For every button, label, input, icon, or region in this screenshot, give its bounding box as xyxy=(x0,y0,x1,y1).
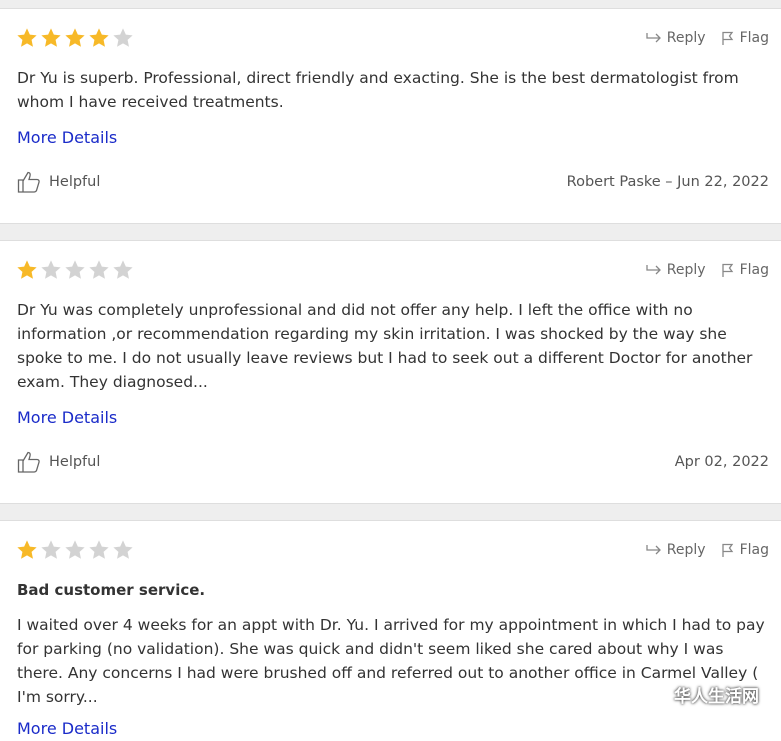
reply-button[interactable]: Reply xyxy=(646,262,706,278)
star-empty-icon xyxy=(113,260,133,279)
flag-icon xyxy=(721,543,733,557)
watermark: 华人生活网 xyxy=(642,682,759,707)
reply-button[interactable]: Reply xyxy=(646,542,706,558)
helpful-button[interactable]: Helpful xyxy=(17,451,100,473)
star-rating xyxy=(16,539,134,561)
star-filled-icon xyxy=(89,28,109,47)
reply-label: Reply xyxy=(666,262,706,278)
flag-label: Flag xyxy=(739,30,769,46)
star-empty-icon xyxy=(41,260,61,279)
star-empty-icon xyxy=(41,540,61,559)
star-empty-icon xyxy=(65,540,85,559)
star-empty-icon xyxy=(89,540,109,559)
star-filled-icon xyxy=(17,260,37,279)
more-details-link[interactable]: More Details xyxy=(17,408,117,427)
helpful-label: Helpful xyxy=(49,454,101,470)
star-rating xyxy=(16,27,134,49)
star-empty-icon xyxy=(65,260,85,279)
flag-icon xyxy=(721,31,733,45)
review-card: Reply Flag Dr Yu was completely unprofes… xyxy=(0,240,781,504)
review-actions: Reply Flag xyxy=(646,542,769,558)
helpful-button[interactable]: Helpful xyxy=(17,171,100,193)
reply-arrow-icon xyxy=(646,265,661,275)
review-actions: Reply Flag xyxy=(646,262,769,278)
reply-button[interactable]: Reply xyxy=(646,30,706,46)
reply-label: Reply xyxy=(666,30,706,46)
more-details-link[interactable]: More Details xyxy=(17,719,117,738)
reply-arrow-icon xyxy=(646,545,661,555)
flag-button[interactable]: Flag xyxy=(721,262,769,278)
helpful-label: Helpful xyxy=(49,174,101,190)
flag-button[interactable]: Flag xyxy=(721,542,769,558)
review-author-date: Robert Paske – Jun 22, 2022 xyxy=(566,174,769,190)
star-rating xyxy=(16,259,134,281)
review-date: Apr 02, 2022 xyxy=(674,454,769,470)
review-card: Reply Flag Bad customer service. I waite… xyxy=(0,520,781,741)
star-filled-icon xyxy=(41,28,61,47)
wechat-icon xyxy=(642,684,668,705)
star-filled-icon xyxy=(17,28,37,47)
star-filled-icon xyxy=(17,540,37,559)
review-text: Dr Yu was completely unprofessional and … xyxy=(17,301,753,391)
flag-button[interactable]: Flag xyxy=(721,30,769,46)
star-empty-icon xyxy=(113,28,133,47)
watermark-text: 华人生活网 xyxy=(674,687,759,707)
thumbs-up-icon xyxy=(17,171,40,193)
reply-label: Reply xyxy=(666,542,706,558)
flag-label: Flag xyxy=(739,262,769,278)
reply-arrow-icon xyxy=(646,33,661,43)
review-headline: Bad customer service. xyxy=(17,581,206,599)
star-filled-icon xyxy=(65,28,85,47)
more-details-link[interactable]: More Details xyxy=(17,128,117,147)
star-empty-icon xyxy=(113,540,133,559)
review-actions: Reply Flag xyxy=(646,30,769,46)
star-empty-icon xyxy=(89,260,109,279)
flag-icon xyxy=(721,263,733,277)
review-text: Dr Yu is superb. Professional, direct fr… xyxy=(17,69,739,111)
review-card: Reply Flag Dr Yu is superb. Professional… xyxy=(0,8,781,224)
thumbs-up-icon xyxy=(17,451,40,473)
flag-label: Flag xyxy=(739,542,769,558)
